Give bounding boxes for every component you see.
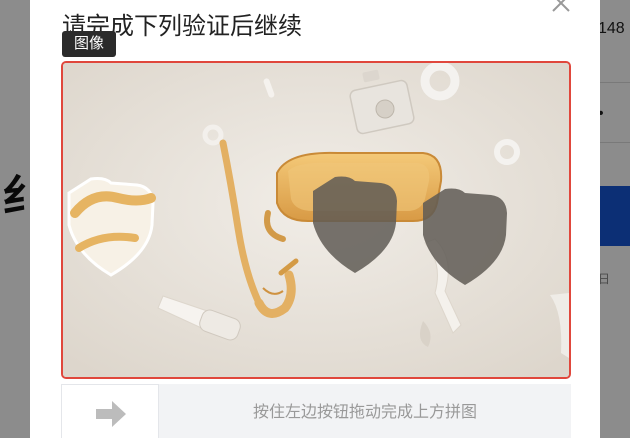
- slider-hint: 按住左边按钮拖动完成上方拼图: [252, 404, 477, 421]
- slider-handle[interactable]: [61, 384, 159, 438]
- captcha-dialog: 请完成下列验证后继续 图像 按住左边按钮拖动完成上方拼图: [30, 0, 600, 438]
- right-arrow-icon: [96, 401, 126, 427]
- puzzle-image: [61, 61, 571, 379]
- close-icon[interactable]: [550, 0, 572, 14]
- image-tag: 图像: [62, 31, 117, 57]
- slider-track: 按住左边按钮拖动完成上方拼图: [61, 384, 571, 438]
